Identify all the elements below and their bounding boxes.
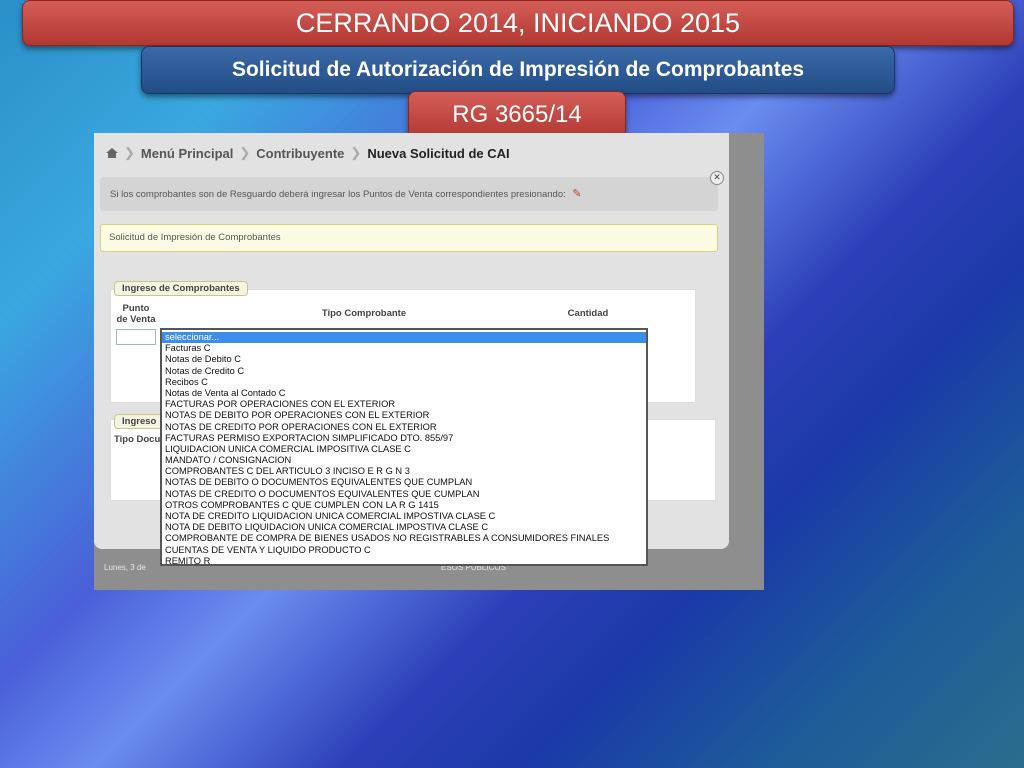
dropdown-options: seleccionar... Facturas C Notas de Debito … xyxy=(162,330,646,564)
dropdown-option[interactable]: NOTAS DE CREDITO O DOCUMENTOS EQUIVALENT… xyxy=(162,489,646,500)
dropdown-option[interactable]: NOTAS DE DEBITO POR OPERACIONES CON EL E… xyxy=(162,410,646,421)
section-title: Solicitud de Impresión de Comprobantes xyxy=(100,224,718,252)
column-punto-line2: de Venta xyxy=(116,314,156,325)
breadcrumb-separator: ❯ xyxy=(124,145,135,160)
column-punto-line1: Punto xyxy=(122,303,150,314)
dropdown-option[interactable]: Notas de Venta al Contado C xyxy=(162,388,646,399)
breadcrumb-contribuyente[interactable]: Contribuyente xyxy=(256,146,344,161)
close-icon[interactable]: ✕ xyxy=(710,171,724,185)
dropdown-option[interactable]: REMITO R xyxy=(162,556,646,564)
breadcrumb: ❯ Menú Principal ❯ Contribuyente ❯ Nueva… xyxy=(106,145,510,161)
fieldset2-label: Tipo Docu xyxy=(114,434,161,445)
home-icon[interactable] xyxy=(106,148,118,158)
dropdown-option[interactable]: FACTURAS POR OPERACIONES CON EL EXTERIOR xyxy=(162,399,646,410)
dropdown-option[interactable]: COMPROBANTE DE COMPRA DE BIENES USADOS N… xyxy=(162,533,646,544)
dropdown-option[interactable]: Notas de Debito C xyxy=(162,354,646,365)
dropdown-option[interactable]: OTROS COMPROBANTES C QUE CUMPLEN CON LA … xyxy=(162,500,646,511)
fieldset-legend: Ingreso de Comprobantes xyxy=(114,281,248,296)
column-punto: Punto de Venta xyxy=(116,303,156,325)
dropdown-option[interactable]: FACTURAS PERMISO EXPORTACION SIMPLIFICAD… xyxy=(162,433,646,444)
tipo-comprobante-dropdown[interactable]: seleccionar... Facturas C Notas de Debito … xyxy=(160,328,648,566)
dropdown-option[interactable]: CUENTAS DE VENTA Y LIQUIDO PRODUCTO C xyxy=(162,545,646,556)
dropdown-option[interactable]: NOTAS DE CREDITO POR OPERACIONES CON EL … xyxy=(162,422,646,433)
dropdown-option[interactable]: Recibos C xyxy=(162,377,646,388)
dropdown-option[interactable]: NOTAS DE DEBITO O DOCUMENTOS EQUIVALENTE… xyxy=(162,477,646,488)
footer-date: Lunes, 3 de xyxy=(104,563,146,572)
pencil-icon[interactable]: ✎ xyxy=(572,188,581,200)
breadcrumb-current: Nueva Solicitud de CAI xyxy=(367,145,510,161)
dropdown-option[interactable]: seleccionar... xyxy=(162,332,646,344)
dropdown-option[interactable]: LIQUIDACION UNICA COMERCIAL IMPOSITIVA C… xyxy=(162,444,646,455)
slide-subtitle: Solicitud de Autorización de Impresión d… xyxy=(141,46,895,94)
screenshot-panel: ❯ Menú Principal ❯ Contribuyente ❯ Nueva… xyxy=(94,133,764,590)
fieldset2-legend: Ingreso xyxy=(114,414,165,429)
breadcrumb-separator: ❯ xyxy=(239,145,251,160)
dropdown-option[interactable]: NOTA DE DEBITO LIQUIDACION UNICA COMERCI… xyxy=(162,522,646,533)
slide-tag: RG 3665/14 xyxy=(408,91,626,139)
resguardo-notice: Si los comprobantes son de Resguardo deb… xyxy=(100,177,718,211)
column-cantidad: Cantidad xyxy=(567,308,609,319)
slide-title: CERRANDO 2014, INICIANDO 2015 xyxy=(22,0,1014,46)
dropdown-option[interactable]: Facturas C xyxy=(162,343,646,354)
punto-venta-input[interactable] xyxy=(116,329,156,345)
breadcrumb-separator: ❯ xyxy=(350,145,362,160)
breadcrumb-menu-principal[interactable]: Menú Principal xyxy=(141,146,233,161)
dropdown-option[interactable]: Notas de Credito C xyxy=(162,366,646,377)
dropdown-option[interactable]: COMPROBANTES C DEL ARTICULO 3 INCISO E R… xyxy=(162,466,646,477)
column-tipo: Tipo Comprobante xyxy=(321,308,407,319)
dropdown-option[interactable]: MANDATO / CONSIGNACION xyxy=(162,455,646,466)
notice-text: Si los comprobantes son de Resguardo deb… xyxy=(110,189,566,200)
dropdown-option[interactable]: NOTA DE CREDITO LIQUIDACION UNICA COMERC… xyxy=(162,511,646,522)
